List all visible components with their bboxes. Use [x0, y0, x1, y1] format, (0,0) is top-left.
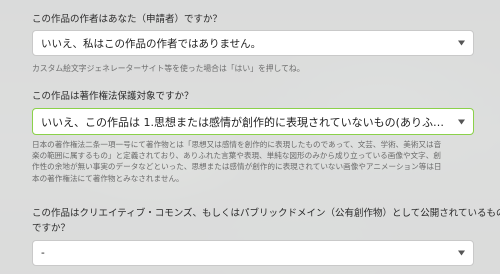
chevron-down-icon	[458, 119, 465, 124]
q2-selected-value: いいえ、この作品は 1.思想または感情が創作的に表現されていないもの(ありふれた…	[41, 115, 451, 129]
q3-label-line: ですか？	[32, 223, 71, 234]
q3-label: この作品はクリエイティブ・コモンズ、もしくはパブリックドメイン（公有創作物）とし…	[32, 206, 500, 236]
chevron-down-icon	[458, 40, 465, 46]
q3-selected-value: -	[41, 247, 45, 259]
q2-description-line: 作性の余地が無い事実のデータなどといった、思想または感情が創作的に表現されていな…	[32, 162, 442, 172]
q1-author-select[interactable]: いいえ、私はこの作品の作者ではありません。	[32, 30, 474, 56]
q1-selected-value: いいえ、私はこの作品の作者ではありません。	[41, 37, 262, 50]
q1-label: この作品の作者はあなた（申請者）ですか？	[32, 14, 223, 25]
chevron-down-icon	[458, 250, 465, 256]
q3-license-select[interactable]: -	[32, 240, 474, 266]
q2-description: 日本の著作権法二条一項一号にて著作物とは「思想又は感情を創作的に表現したものであ…	[32, 139, 474, 184]
q2-description-line: 楽の範囲に属するもの」と定義されており、ありふれた言葉や表現、単純な図形のみから…	[32, 151, 441, 161]
q2-description-line: 日本の著作権法二条一項一号にて著作物とは「思想又は感情を創作的に表現したものであ…	[32, 140, 442, 149]
q2-copyright-select[interactable]: いいえ、この作品は 1.思想または感情が創作的に表現されていないもの(ありふれた…	[32, 108, 474, 135]
q2-description-line: 本の著作権法にて著作物とみなされません。	[32, 173, 184, 183]
q1-hint: カスタム絵文字ジェネレーターサイト等を使った場合は「はい」を押してね。	[32, 64, 305, 73]
q2-label: この作品は著作権法保護対象ですか？	[32, 91, 194, 102]
q3-label-line: この作品はクリエイティブ・コモンズ、もしくはパブリックドメイン（公有創作物）とし…	[32, 208, 500, 219]
